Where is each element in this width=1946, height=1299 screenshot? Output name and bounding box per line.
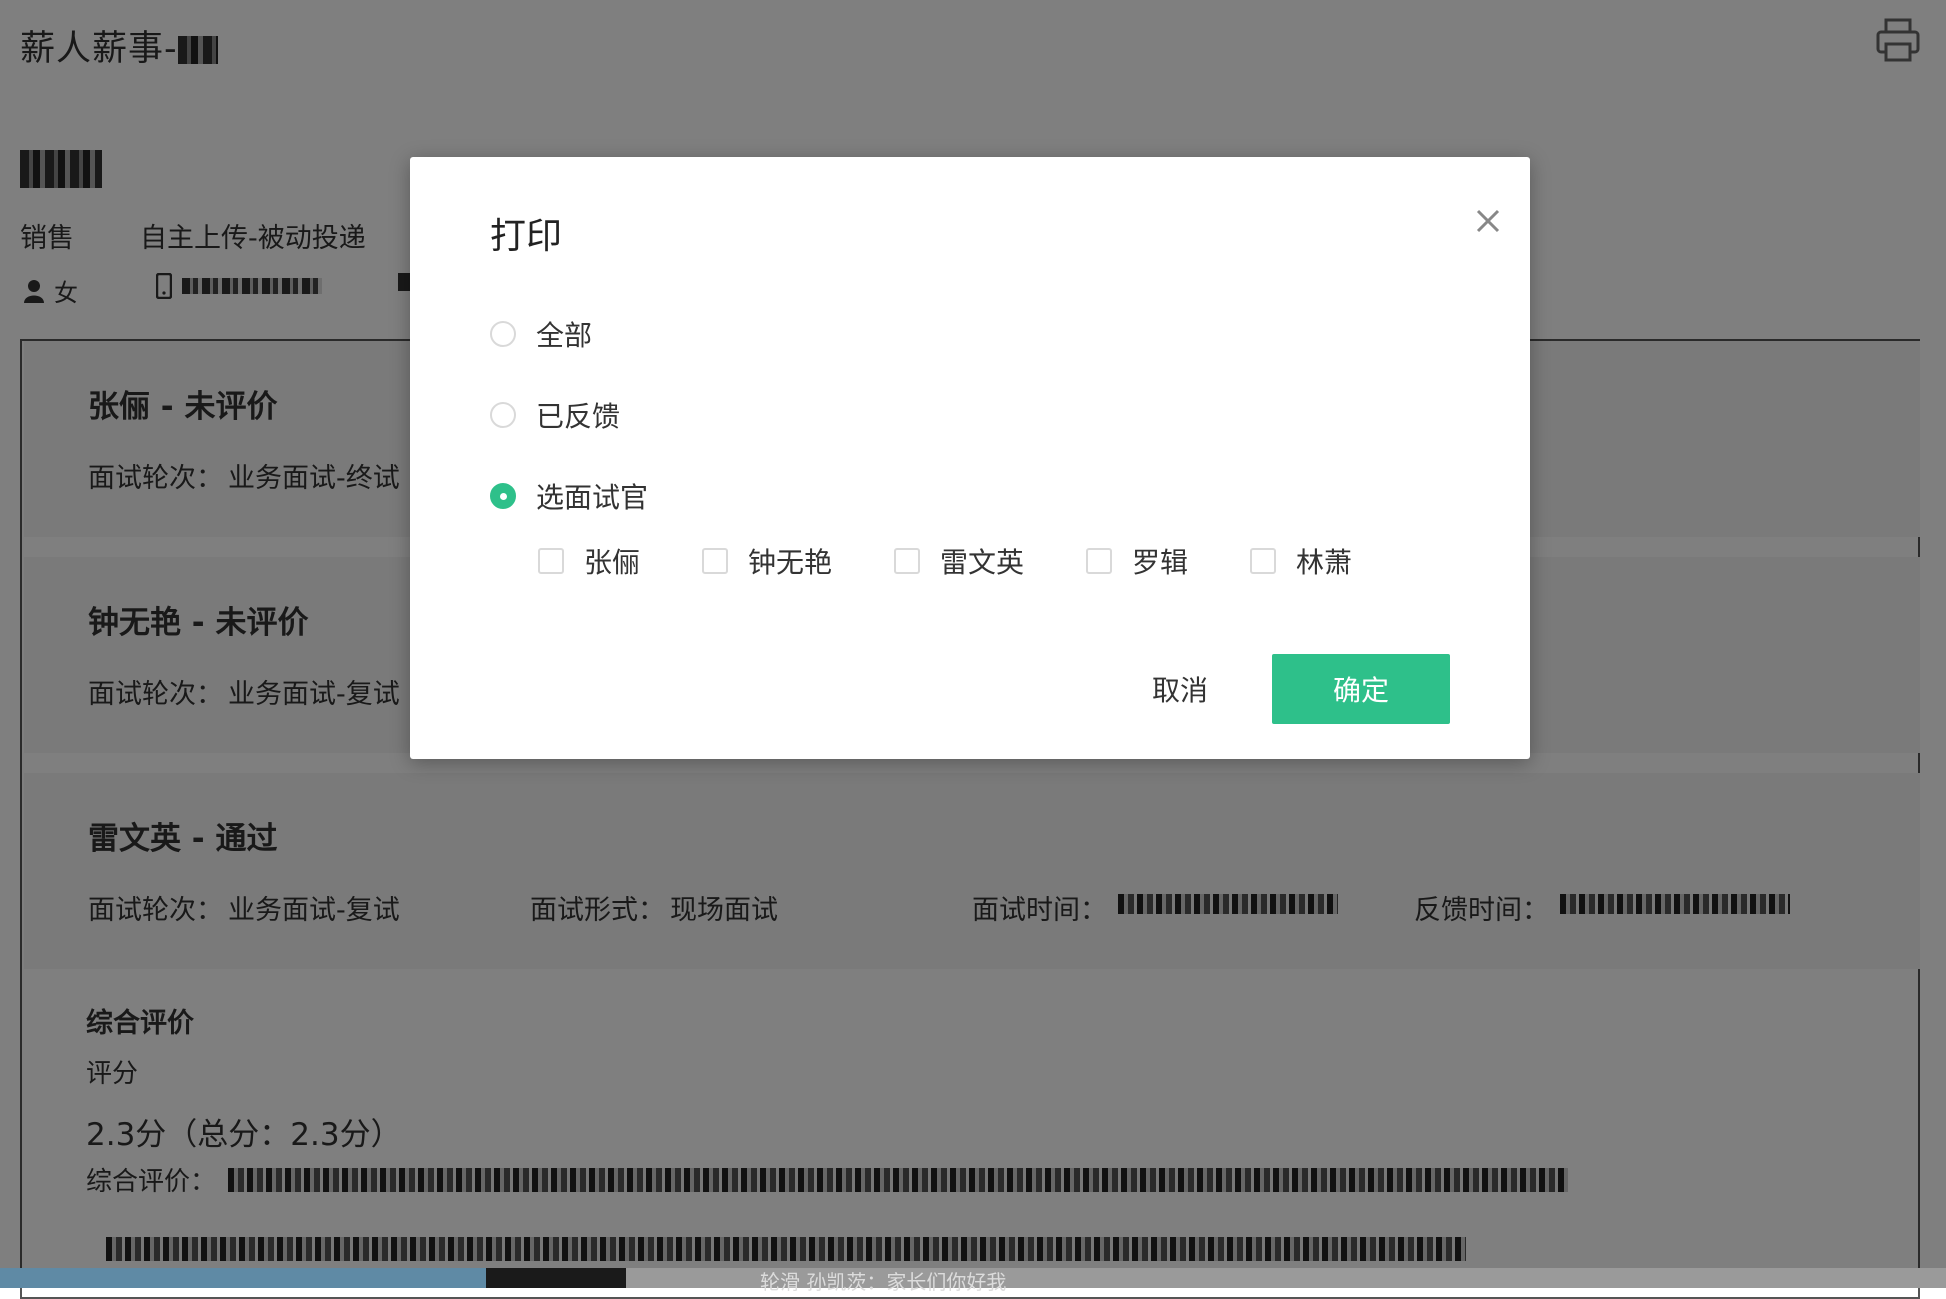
checkbox-label: 罗辑 [1132, 546, 1189, 579]
checkbox[interactable] [894, 548, 920, 574]
checkbox[interactable] [1250, 548, 1276, 574]
radio-button-checked[interactable] [490, 483, 516, 509]
taskbar-ticker: 轮滑 孙凯茨：家长们你好我 [760, 1270, 1007, 1294]
checkbox-label: 钟无艳 [748, 546, 833, 579]
checkbox-item[interactable]: 张俪 [538, 541, 640, 581]
taskbar-segment [0, 1268, 486, 1288]
checkbox-item[interactable]: 钟无艳 [702, 541, 832, 581]
dialog-title: 打印 [490, 216, 563, 257]
close-icon [1476, 209, 1500, 233]
radio-option-select-interviewer[interactable]: 选面试官 [490, 476, 648, 516]
checkbox-label: 雷文英 [940, 546, 1025, 579]
radio-button[interactable] [490, 321, 516, 347]
checkbox-label: 林萧 [1296, 546, 1353, 579]
radio-button[interactable] [490, 402, 516, 428]
checkbox[interactable] [702, 548, 728, 574]
radio-label: 选面试官 [536, 481, 649, 514]
checkbox[interactable] [538, 548, 564, 574]
close-button[interactable] [1464, 197, 1512, 245]
checkbox-item[interactable]: 罗辑 [1086, 541, 1188, 581]
print-dialog: 打印 全部 已反馈 选面试官 张俪 钟无艳 雷文英 罗辑 林萧 取消 确定 [410, 157, 1530, 759]
taskbar-segment-dark [486, 1268, 626, 1288]
confirm-button[interactable]: 确定 [1272, 654, 1450, 724]
bottom-taskbar: 轮滑 孙凯茨：家长们你好我 [0, 1268, 1946, 1294]
cancel-button[interactable]: 取消 [1110, 655, 1250, 723]
checkbox[interactable] [1086, 548, 1112, 574]
radio-label: 已反馈 [536, 400, 621, 433]
radio-label: 全部 [536, 319, 593, 352]
radio-option-all[interactable]: 全部 [490, 314, 592, 354]
radio-option-feedback[interactable]: 已反馈 [490, 395, 620, 435]
checkbox-item[interactable]: 林萧 [1250, 541, 1352, 581]
checkbox-label: 张俪 [584, 546, 641, 579]
checkbox-item[interactable]: 雷文英 [894, 541, 1024, 581]
